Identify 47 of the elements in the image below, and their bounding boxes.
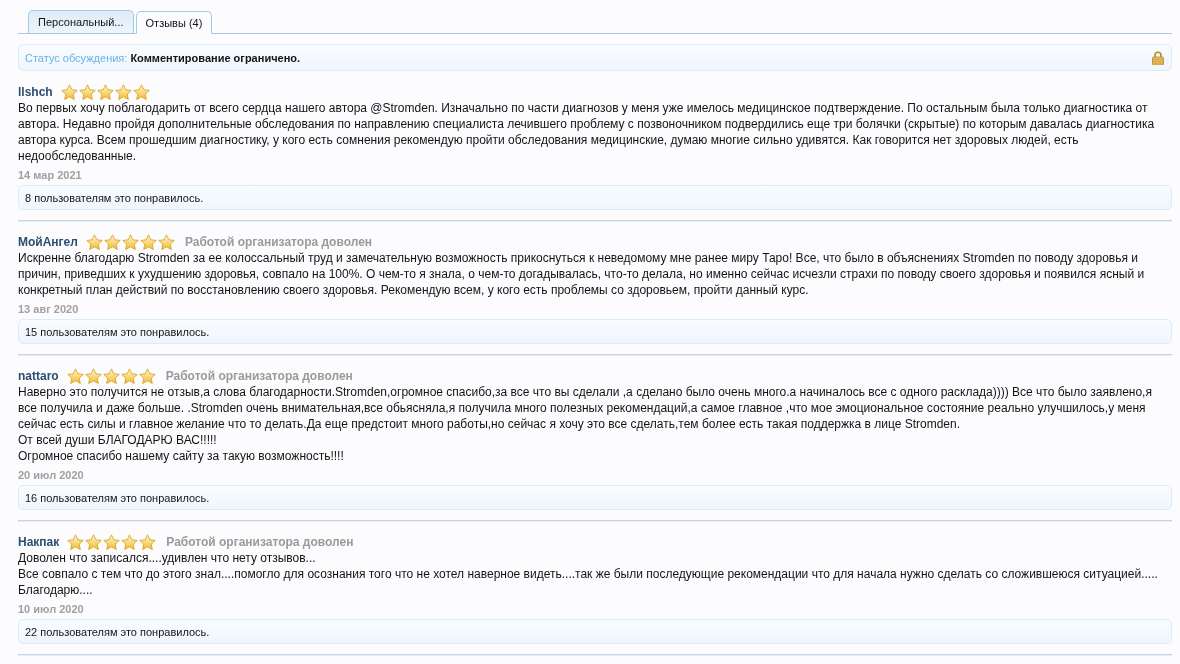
review-date: 10 июл 2020	[18, 602, 85, 617]
author-link[interactable]: llshch	[18, 85, 53, 99]
review-date: 20 июл 2020	[18, 468, 85, 483]
star-icon	[120, 367, 138, 385]
star-icon	[138, 367, 156, 385]
star-icon	[102, 367, 120, 385]
star-icon	[66, 367, 84, 385]
star-icon	[157, 233, 175, 251]
review-text: Наверно это получится не отзыв,а слова благодарности.Stromden,огромное спасибо,за все что вы сделали ,а сделано было очень много.а начиналось все с одного расклада)))) Все что было заявлено,я все получила и даже больше. .Stromden очень внимательная,все обьясняла,я получила много полезных рекомендаций,а самое главное ,что мое эмоциональное состояние реально улучшилось,у меня сейчас есть силы и главное желание что то делать.Да еще предстоит много работы,но сейчас я хочу это все сделать,тем более есть такая поддержка в лице Stromden.	[18, 384, 1153, 432]
star-icon	[139, 533, 157, 551]
review-verdict: Работой организатора доволен	[165, 369, 353, 383]
review-text: От всей души БЛАГОДАРЮ ВАС!!!!!	[18, 432, 218, 448]
status-value: Комментирование ограничено.	[130, 51, 301, 64]
review-text: Во первых хочу поблагодарить от всего сердца нашего автора @Stromden. Изначально по части диагнозов у меня уже имелось медицинское подтверждение. По остальным была только диагностика от автора. Недавно пройдя дополнительные обследования по направлению специалиста лечившего проблему с позвоночником подвердились еще три болячки (скрытые) по которым давалась диагностика автора курса. Всем прошедшим диагностику, у кого есть сомнения рекомендую пройти обследования медицинские, думаю многие сильно удивятся. Как говорится нет здоровых людей, есть недообследованные.	[18, 100, 1156, 164]
star-icon	[96, 83, 114, 101]
review-date: 13 авг 2020	[18, 302, 80, 317]
tab[interactable]: Отзывы (4)	[135, 11, 213, 34]
review-text: Огромное спасибо нашему сайту за такую возможность!!!!	[18, 448, 345, 464]
likes-summary: 16 пользователям это понравилось.	[18, 485, 1172, 510]
review-text: Искренне благодарю Stromden за ее колоссальный труд и замечательную возможность прикоснуться к неведомому мне ранее миру Таро! Все, что было в объяснениях Stromden по поводу здоровья и причин, приведших к ухудшению здоровья, совпало на 100%. О чем-то я знала, о чем-то догадывалась, что-то делала, но именно сейчас исчезли страхи по поводу своего здоровья и появился ясный и конкретный план действий по восстановлению своего здоровья. Рекомендую всем, у кого есть проблемы со здоровьем, пройти данный курс.	[18, 250, 1146, 298]
star-icon	[103, 533, 121, 551]
star-icon	[114, 83, 132, 101]
review-text: Доволен что записался....удивлен что нету отзывов...	[18, 550, 317, 566]
review-text: Благодарю....	[18, 582, 94, 598]
star-icon	[121, 533, 139, 551]
star-icon	[84, 367, 102, 385]
star-icon	[139, 233, 157, 251]
likes-summary: 15 пользователям это понравилось.	[18, 319, 1172, 344]
review-verdict: Работой организатора доволен	[184, 235, 373, 249]
author-link[interactable]: Накпак	[18, 535, 60, 549]
likes-summary: 8 пользователям это понравилось.	[18, 185, 1172, 210]
star-icon	[85, 533, 103, 551]
star-icon	[132, 83, 150, 101]
likes-summary: 22 пользователям это понравилось.	[18, 619, 1172, 644]
star-icon	[67, 533, 85, 551]
star-icon	[85, 233, 103, 251]
author-link[interactable]: nattaro	[18, 369, 59, 383]
review-date: 14 мар 2021	[18, 168, 83, 183]
star-icon	[60, 83, 78, 101]
tab[interactable]: Персональный...	[28, 10, 134, 33]
review-verdict: Работой организатора доволен	[166, 535, 354, 549]
star-icon	[78, 83, 96, 101]
star-icon	[121, 233, 139, 251]
star-icon	[103, 233, 121, 251]
review-text: Все совпало с тем что до этого знал....помогло для осознания того что не хотел наверное видеть....так же были последующие рекомендации что для начала нужно сделать со сложившеюся ситуацией.....	[18, 566, 1159, 582]
author-link[interactable]: МойАнгел	[18, 235, 78, 249]
status-label: Статус обсуждения:	[25, 51, 128, 64]
